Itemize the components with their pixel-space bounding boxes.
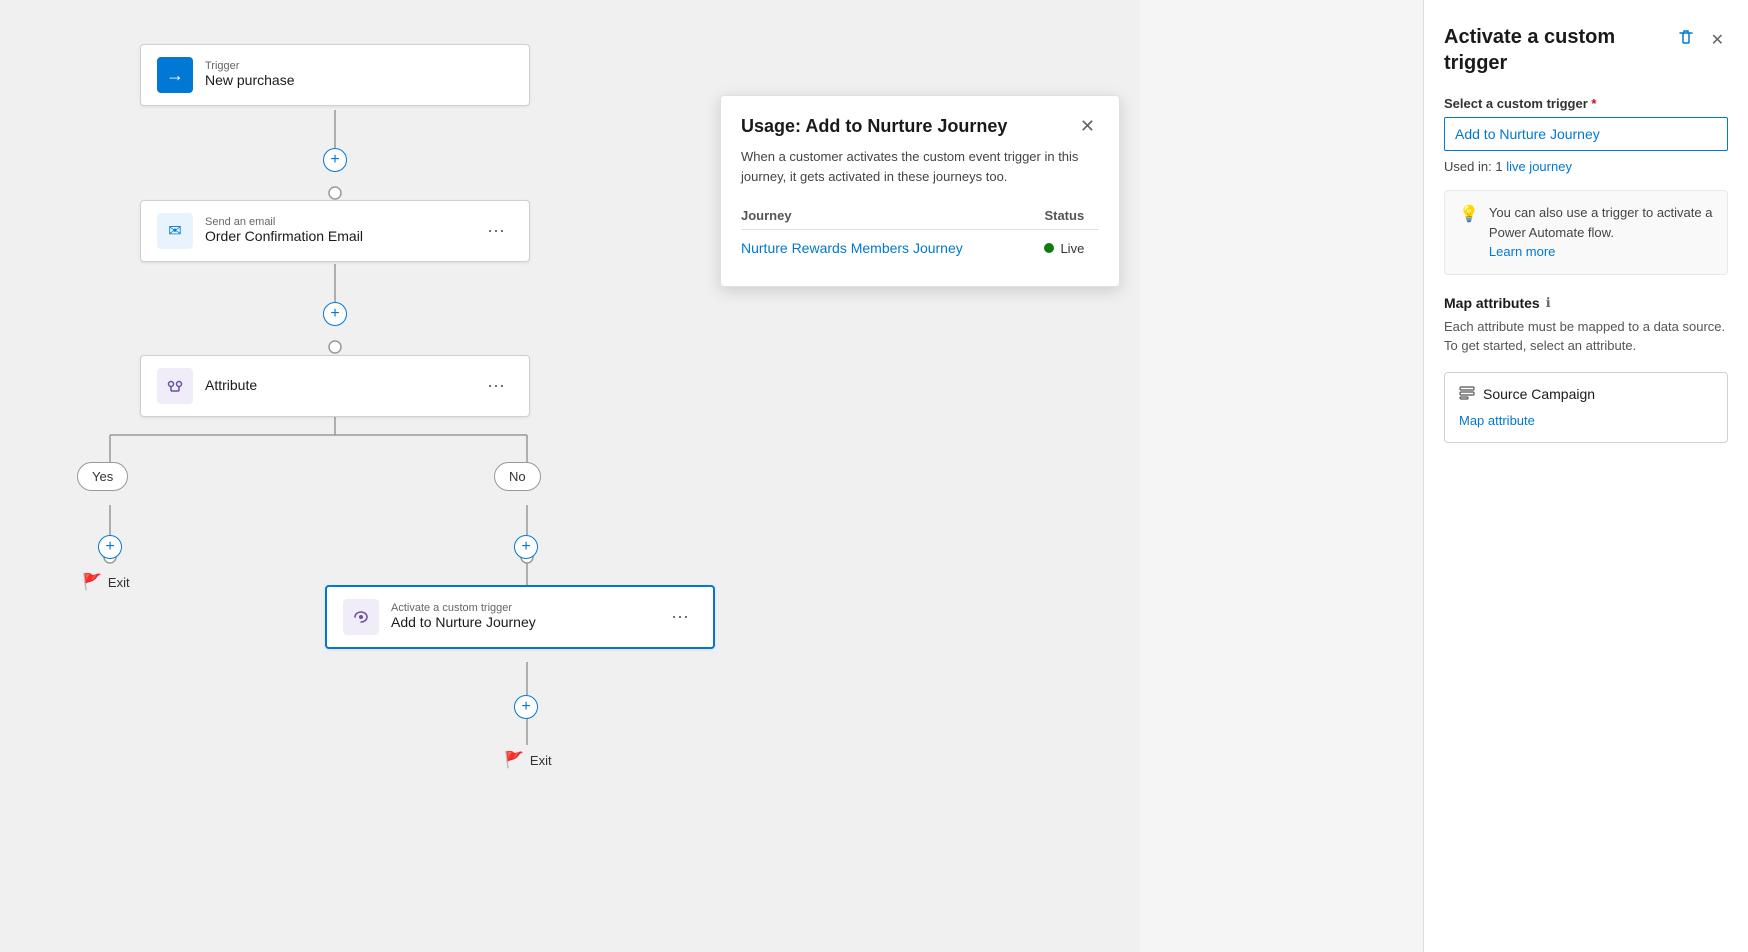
trigger-labels: Trigger New purchase — [205, 60, 295, 90]
status-text: Live — [1060, 241, 1084, 256]
exit-right-flag: 🚩 — [504, 750, 524, 770]
map-attribute-link[interactable]: Map attribute — [1459, 413, 1535, 428]
right-panel: Activate a custom trigger ✕ Select a cus… — [1423, 0, 1748, 952]
custom-trigger-menu[interactable]: ⋯ — [663, 603, 697, 632]
attribute-icon — [157, 368, 193, 404]
popup-table: Journey Status Nurture Rewards Members J… — [741, 202, 1099, 266]
attr-card-source-campaign: Source Campaign Map attribute — [1444, 372, 1728, 443]
popup-table-row: Nurture Rewards Members Journey Live — [741, 230, 1099, 267]
add-btn-1[interactable]: + — [323, 148, 347, 172]
col-journey-header: Journey — [741, 202, 1044, 230]
custom-trigger-icon — [343, 599, 379, 635]
email-labels: Send an email Order Confirmation Email — [205, 216, 363, 246]
panel-actions: ✕ — [1673, 24, 1728, 55]
popup-journey-cell[interactable]: Nurture Rewards Members Journey — [741, 230, 1044, 267]
add-btn-no[interactable]: + — [514, 535, 538, 559]
used-in-text: Used in: 1 live journey — [1444, 159, 1728, 174]
attribute-label-main: Attribute — [205, 377, 257, 393]
usage-popup: Usage: Add to Nurture Journey ✕ When a c… — [720, 95, 1120, 287]
no-branch: No — [494, 462, 541, 491]
trigger-node[interactable]: → Trigger New purchase — [140, 44, 530, 106]
popup-close-button[interactable]: ✕ — [1076, 116, 1099, 137]
panel-title: Activate a custom trigger — [1444, 24, 1673, 76]
trigger-label-small: Trigger — [205, 60, 295, 72]
live-dot — [1044, 243, 1054, 253]
info-box-text: You can also use a trigger to activate a… — [1489, 205, 1713, 240]
live-journey-link[interactable]: live journey — [1506, 159, 1572, 174]
add-btn-yes[interactable]: + — [98, 535, 122, 559]
trigger-input[interactable] — [1444, 117, 1728, 151]
add-btn-custom[interactable]: + — [514, 695, 538, 719]
close-button[interactable]: ✕ — [1707, 26, 1728, 54]
email-node[interactable]: ✉ Send an email Order Confirmation Email… — [140, 200, 530, 262]
panel-header: Activate a custom trigger ✕ — [1444, 24, 1728, 76]
custom-trigger-label-main: Add to Nurture Journey — [391, 614, 536, 630]
trigger-section-label: Select a custom trigger * — [1444, 96, 1728, 111]
used-in-count: 1 — [1495, 159, 1502, 174]
delete-button[interactable] — [1673, 24, 1699, 55]
popup-title: Usage: Add to Nurture Journey — [741, 116, 1007, 137]
info-box: 💡 You can also use a trigger to activate… — [1444, 190, 1728, 275]
email-menu[interactable]: ⋯ — [479, 217, 513, 246]
exit-left-label: Exit — [108, 575, 130, 590]
learn-more-link[interactable]: Learn more — [1489, 242, 1713, 262]
trigger-label-main: New purchase — [205, 72, 295, 88]
map-attrs-header: Map attributes ℹ — [1444, 295, 1728, 311]
map-attrs-title: Map attributes — [1444, 295, 1540, 311]
map-attrs-info-icon: ℹ — [1546, 295, 1551, 311]
email-label-small: Send an email — [205, 216, 363, 228]
email-icon: ✉ — [157, 213, 193, 249]
attribute-labels: Attribute — [205, 377, 257, 395]
exit-left: 🚩 Exit — [82, 572, 130, 592]
popup-status-cell: Live — [1044, 230, 1099, 267]
add-btn-2[interactable]: + — [323, 302, 347, 326]
yes-label: Yes — [92, 469, 113, 484]
popup-header: Usage: Add to Nurture Journey ✕ — [741, 116, 1099, 137]
info-icon: 💡 — [1459, 204, 1479, 262]
custom-trigger-node[interactable]: Activate a custom trigger Add to Nurture… — [325, 585, 715, 649]
no-label: No — [509, 469, 526, 484]
email-label-main: Order Confirmation Email — [205, 228, 363, 244]
custom-trigger-label-small: Activate a custom trigger — [391, 602, 536, 614]
source-campaign-label: Source Campaign — [1483, 386, 1595, 402]
attribute-menu[interactable]: ⋯ — [479, 372, 513, 401]
attr-card-title: Source Campaign — [1459, 385, 1713, 404]
used-in-label: Used in: — [1444, 159, 1492, 174]
map-attrs-description: Each attribute must be mapped to a data … — [1444, 317, 1728, 356]
yes-branch: Yes — [77, 462, 128, 491]
trigger-icon: → — [157, 57, 193, 93]
trigger-label-text: Select a custom trigger — [1444, 96, 1588, 111]
col-status-header: Status — [1044, 202, 1099, 230]
exit-right-label: Exit — [530, 753, 552, 768]
exit-right: 🚩 Exit — [504, 750, 552, 770]
exit-left-flag: 🚩 — [82, 572, 102, 592]
required-star: * — [1591, 96, 1596, 111]
info-text: You can also use a trigger to activate a… — [1489, 203, 1713, 262]
popup-description: When a customer activates the custom eve… — [741, 147, 1099, 186]
attr-icon — [1459, 385, 1475, 404]
attribute-node[interactable]: Attribute ⋯ — [140, 355, 530, 417]
custom-trigger-labels: Activate a custom trigger Add to Nurture… — [391, 602, 536, 632]
